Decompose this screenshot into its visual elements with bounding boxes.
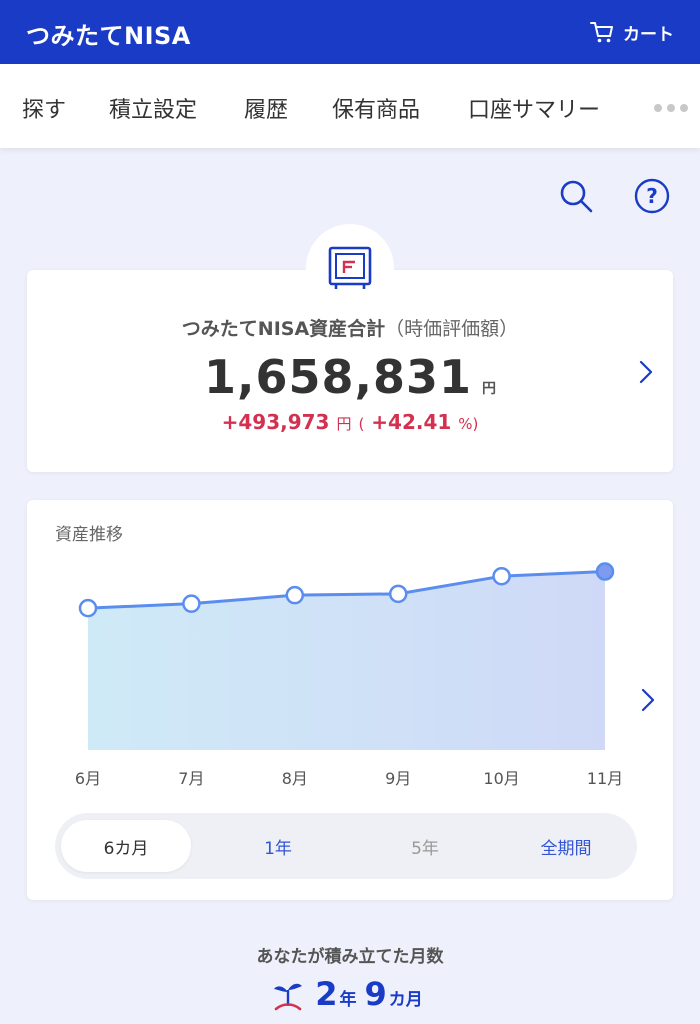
months-accumulated-value: 2 年 9 カ月 bbox=[0, 975, 700, 1013]
app-header: つみたてNISA カート bbox=[0, 0, 700, 64]
safe-icon bbox=[328, 246, 372, 289]
chevron-right-icon[interactable] bbox=[635, 358, 655, 386]
chart-x-tick-label: 9月 bbox=[385, 769, 411, 788]
svg-text:?: ? bbox=[646, 184, 658, 208]
tab-navigation: 探す 積立設定 履歴 保有商品 口座サマリー bbox=[0, 64, 700, 148]
search-icon[interactable] bbox=[556, 176, 596, 216]
chart-chevron-right-icon[interactable] bbox=[637, 686, 657, 714]
period-1-year[interactable]: 1年 bbox=[213, 820, 343, 872]
safe-badge bbox=[306, 224, 394, 312]
chart-point[interactable] bbox=[595, 562, 615, 581]
asset-trend-card: 資産推移 6月 7月 8月 9月 10月 11月 6カ月 1年 5年 全期間 bbox=[27, 500, 673, 900]
total-value: 1,658,831 bbox=[204, 350, 472, 404]
summary-title: つみたてNISA資産合計（時価評価額） bbox=[27, 314, 673, 341]
tab-holdings[interactable]: 保有商品 bbox=[332, 92, 420, 124]
period-selector: 6カ月 1年 5年 全期間 bbox=[55, 813, 637, 879]
help-icon[interactable]: ? bbox=[632, 176, 672, 216]
gain-percent-unit: %) bbox=[458, 415, 479, 433]
chart-point[interactable] bbox=[78, 598, 98, 618]
total-unit: 円 bbox=[482, 381, 496, 397]
cart-label: カート bbox=[623, 24, 674, 45]
months-years-number: 2 bbox=[315, 975, 338, 1013]
months-months-unit: カ月 bbox=[388, 990, 423, 1010]
tab-history[interactable]: 履歴 bbox=[244, 92, 288, 124]
asset-trend-chart[interactable]: 6月 7月 8月 9月 10月 11月 bbox=[27, 500, 673, 800]
tab-savings-settings[interactable]: 積立設定 bbox=[109, 92, 197, 124]
gain-percent: +42.41 bbox=[371, 410, 452, 434]
gain-row: +493,973 円 ( +42.41 %) bbox=[27, 410, 673, 434]
gain-paren: ( bbox=[358, 415, 365, 433]
chart-x-tick-label: 7月 bbox=[178, 769, 204, 788]
cart-icon bbox=[590, 22, 613, 43]
gain-value: +493,973 bbox=[221, 410, 330, 434]
chart-point[interactable] bbox=[492, 566, 511, 586]
more-icon[interactable] bbox=[654, 104, 688, 112]
chart-x-tick-label: 8月 bbox=[282, 769, 308, 788]
chart-area-fill bbox=[88, 571, 605, 750]
months-months-number: 9 bbox=[364, 975, 387, 1013]
tab-account-summary[interactable]: 口座サマリー bbox=[468, 92, 600, 124]
period-all-time[interactable]: 全期間 bbox=[501, 820, 631, 872]
chart-point[interactable] bbox=[388, 584, 408, 604]
app-title: つみたてNISA bbox=[26, 22, 191, 50]
cart-button[interactable]: カート bbox=[589, 17, 674, 47]
total-value-row: 1,658,831 円 bbox=[27, 350, 673, 404]
sprout-icon bbox=[274, 983, 303, 1011]
period-6-months[interactable]: 6カ月 bbox=[61, 820, 191, 872]
months-accumulated-label: あなたが積み立てた月数 bbox=[256, 947, 444, 967]
period-5-years: 5年 bbox=[411, 838, 439, 859]
summary-title-paren: （時価評価額） bbox=[385, 318, 519, 340]
months-years-unit: 年 bbox=[339, 990, 357, 1010]
chart-point[interactable] bbox=[285, 585, 305, 605]
chart-x-tick-label: 11月 bbox=[587, 769, 623, 788]
chart-point[interactable] bbox=[182, 594, 201, 613]
tab-search[interactable]: 探す bbox=[22, 92, 66, 124]
chart-x-tick-label: 6月 bbox=[75, 769, 101, 788]
chart-x-tick-label: 10月 bbox=[483, 769, 519, 788]
summary-title-text: つみたてNISA資産合計 bbox=[181, 318, 386, 340]
gain-unit: 円 bbox=[336, 415, 352, 433]
